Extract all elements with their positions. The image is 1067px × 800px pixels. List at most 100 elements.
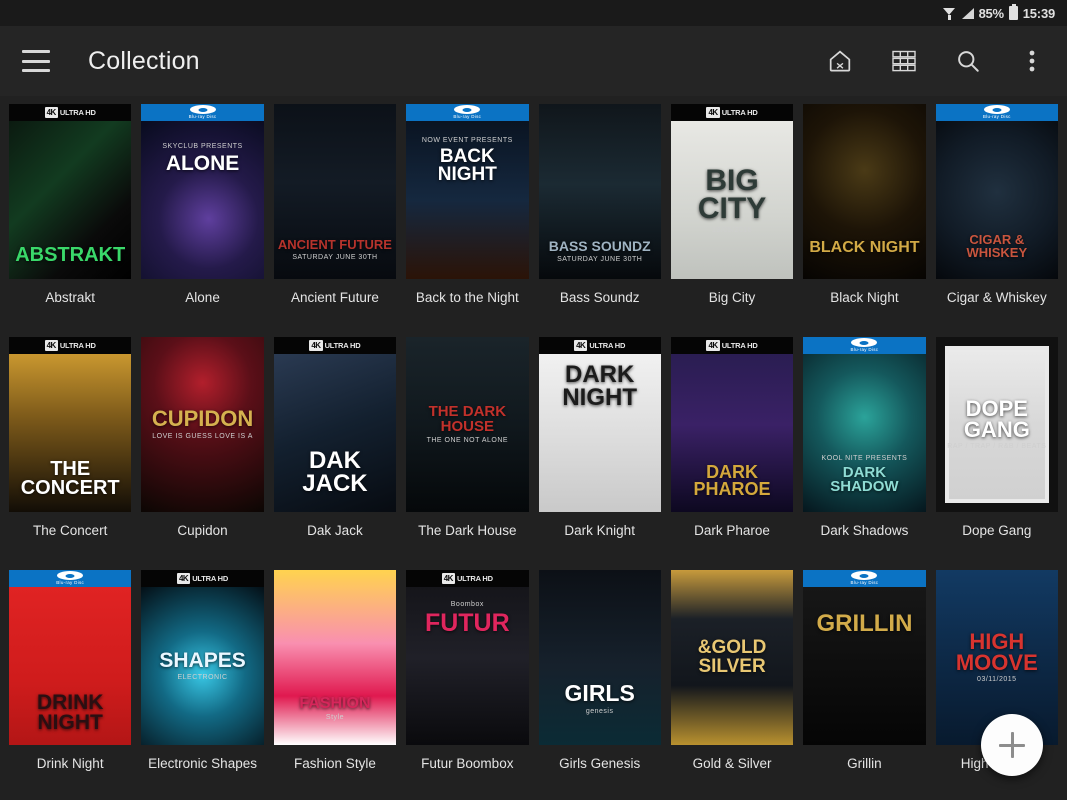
collection-item[interactable]: GIRLS genesis Girls Genesis bbox=[538, 570, 661, 800]
collection-item-label: Grillin bbox=[847, 756, 882, 771]
cover-artwork: ABSTRAKT bbox=[9, 121, 132, 279]
cover-art[interactable]: Blu-ray Disc CIGAR & WHISKEY bbox=[935, 104, 1058, 279]
cover-artwork: GIRLS genesis bbox=[538, 570, 661, 745]
cover-title-text: THE DARK HOUSE bbox=[428, 403, 507, 435]
cover-subtitle: KOOL NITE PRESENTS bbox=[821, 454, 908, 462]
collection-item-label: Futur Boombox bbox=[421, 756, 514, 771]
collection-item-label: Dak Jack bbox=[307, 523, 363, 538]
cover-title-text: DARK SHADOW bbox=[830, 463, 899, 495]
cover-title-text: BLACK NIGHT bbox=[809, 238, 920, 256]
format-badge-4k-ultra-hd: 4K ULTRA HD bbox=[141, 570, 264, 587]
collection-item[interactable]: Blu-ray Disc DRINK NIGHT Drink Night bbox=[9, 570, 132, 800]
cover-art[interactable]: THE DARK HOUSE THE ONE NOT ALONE bbox=[406, 337, 529, 512]
collection-item[interactable]: Blu-ray Disc NOW EVENT PRESENTS BACK NIGHT… bbox=[406, 104, 529, 337]
collection-item-label: Gold & Silver bbox=[692, 756, 772, 771]
collection-item[interactable]: 4K ULTRA HD DARK NIGHT Dark Knight bbox=[538, 337, 661, 570]
collection-item[interactable]: ANCIENT FUTURE SATURDAY JUNE 30TH Ancient … bbox=[273, 104, 397, 337]
collection-item[interactable]: BLACK NIGHT Black Night bbox=[803, 104, 926, 337]
app-bar: Collection bbox=[0, 26, 1067, 96]
cover-art[interactable]: 4K ULTRA HD DARK NIGHT bbox=[538, 337, 661, 512]
cover-artwork: NOW EVENT PRESENTS BACK NIGHT bbox=[406, 121, 529, 279]
cover-art[interactable]: 4K ULTRA HD BIG CITY 19/05/2016 bbox=[670, 104, 794, 279]
cover-title-text: DARK NIGHT bbox=[562, 361, 638, 411]
cover-art[interactable]: GIRLS genesis bbox=[538, 570, 661, 745]
collection-item[interactable]: 4K ULTRA HD Boombox FUTUR Futur Boombox bbox=[406, 570, 529, 800]
cover-art[interactable]: Blu-ray Disc SKYCLUB PRESENTS ALONE bbox=[141, 104, 264, 279]
plus-icon bbox=[999, 732, 1025, 758]
format-badge-4k-ultra-hd: 4K ULTRA HD bbox=[9, 104, 132, 121]
collection-item-label: Bass Soundz bbox=[559, 290, 640, 305]
cover-art[interactable]: ANCIENT FUTURE SATURDAY JUNE 30TH bbox=[273, 104, 397, 279]
cover-artwork: CUPIDON LOVE IS GUESS LOVE IS A bbox=[141, 337, 264, 512]
cover-title-text: THE CONCERT bbox=[20, 458, 120, 499]
collection-item[interactable]: CUPIDON LOVE IS GUESS LOVE IS A Cupidon bbox=[141, 337, 264, 570]
collection-item[interactable]: THE DARK HOUSE THE ONE NOT ALONE The Dark … bbox=[406, 337, 529, 570]
home-icon[interactable] bbox=[823, 44, 857, 78]
cover-art[interactable]: Blu-ray Disc NOW EVENT PRESENTS BACK NIGHT bbox=[406, 104, 529, 279]
collection-item[interactable]: BASS SOUNDZ SATURDAY JUNE 30TH Bass Soundz bbox=[538, 104, 661, 337]
cover-art[interactable]: 4K ULTRA HD SHAPES ELECTRONIC bbox=[141, 570, 264, 745]
cover-art[interactable]: 4K ULTRA HD DAK JACK bbox=[273, 337, 397, 512]
cover-artwork: KOOL NITE PRESENTS DARK SHADOW bbox=[803, 354, 926, 512]
cover-art[interactable]: 4K ULTRA HD ABSTRAKT bbox=[9, 104, 132, 279]
collection-item-label: Dark Knight bbox=[564, 523, 635, 538]
cover-artwork: DARK PHAROE bbox=[670, 354, 794, 512]
cover-artwork: &Gold Silver bbox=[670, 570, 794, 745]
collection-item[interactable]: Blu-ray Disc KOOL NITE PRESENTS DARK SHADO… bbox=[803, 337, 926, 570]
cover-artwork: THE CONCERT bbox=[9, 354, 132, 512]
cover-artwork: ANCIENT FUTURE SATURDAY JUNE 30TH bbox=[273, 104, 397, 279]
cover-art[interactable]: DOPE GANG RAP / TRAP / R&B / BEATS bbox=[935, 337, 1058, 512]
shelf-view-icon[interactable] bbox=[887, 44, 921, 78]
cover-title-text: DAK JACK bbox=[302, 447, 368, 498]
collection-item[interactable]: 4K ULTRA HD SHAPES ELECTRONIC Electronic Sha… bbox=[141, 570, 264, 800]
cover-art[interactable]: BLACK NIGHT bbox=[803, 104, 926, 279]
cover-art[interactable]: Blu-ray Disc Grillin bbox=[803, 570, 926, 745]
collection-item[interactable]: 4K ULTRA HD BIG CITY 19/05/2016 Big City bbox=[670, 104, 794, 337]
cover-title-text: BIG CITY bbox=[697, 163, 767, 225]
collection-item-label: The Dark House bbox=[418, 523, 517, 538]
collection-item[interactable]: Blu-ray Disc SKYCLUB PRESENTS ALONE Alone bbox=[141, 104, 264, 337]
wifi-icon bbox=[942, 7, 956, 20]
page-title: Collection bbox=[88, 46, 200, 75]
cover-subtitle: 19/05/2016 bbox=[712, 226, 753, 234]
overflow-menu-icon[interactable] bbox=[1015, 44, 1049, 78]
collection-item[interactable]: &Gold Silver Gold & Silver bbox=[670, 570, 794, 800]
collection-item-label: Back to the Night bbox=[415, 290, 519, 305]
collection-item[interactable]: 4K ULTRA HD DAK JACK Dak Jack bbox=[273, 337, 397, 570]
cover-title-text: FASHION bbox=[299, 694, 371, 712]
format-badge-bluray: Blu-ray Disc bbox=[935, 104, 1058, 121]
cover-subtitle: SKYCLUB PRESENTS bbox=[162, 143, 243, 150]
cover-title-text: FUTUR bbox=[424, 609, 510, 637]
collection-item[interactable]: FASHION Style Fashion Style bbox=[273, 570, 397, 800]
collection-grid: 4K ULTRA HD ABSTRAKT Abstrakt Blu-ray Disc SK… bbox=[0, 96, 1067, 800]
format-badge-bluray: Blu-ray Disc bbox=[803, 570, 926, 587]
cover-art[interactable]: CUPIDON LOVE IS GUESS LOVE IS A bbox=[141, 337, 264, 512]
cover-art[interactable]: BASS SOUNDZ SATURDAY JUNE 30TH bbox=[538, 104, 661, 279]
collection-item[interactable]: Blu-ray Disc Grillin Grillin bbox=[803, 570, 926, 800]
battery-icon bbox=[1008, 4, 1018, 20]
collection-item-label: Black Night bbox=[830, 290, 899, 305]
cover-art[interactable]: FASHION Style bbox=[273, 570, 397, 745]
cover-art[interactable]: &Gold Silver bbox=[670, 570, 794, 745]
collection-item[interactable]: Blu-ray Disc CIGAR & WHISKEY Cigar & Whisk… bbox=[935, 104, 1058, 337]
cover-subtitle: LOVE IS GUESS LOVE IS A bbox=[152, 432, 253, 440]
cover-title-text: BASS SOUNDZ bbox=[548, 237, 651, 254]
cover-art[interactable]: 4K ULTRA HD Boombox FUTUR bbox=[406, 570, 529, 745]
cover-art[interactable]: 4K ULTRA HD DARK PHAROE bbox=[670, 337, 794, 512]
cover-art[interactable]: 4K ULTRA HD THE CONCERT bbox=[9, 337, 132, 512]
collection-item-label: Ancient Future bbox=[291, 290, 379, 305]
collection-item[interactable]: 4K ULTRA HD DARK PHAROE Dark Pharoe bbox=[670, 337, 794, 570]
format-badge-bluray: Blu-ray Disc bbox=[803, 337, 926, 354]
search-icon[interactable] bbox=[951, 44, 985, 78]
cover-subtitle: ELECTRONIC bbox=[177, 673, 228, 681]
add-button[interactable] bbox=[981, 714, 1043, 776]
cover-art[interactable]: Blu-ray Disc KOOL NITE PRESENTS DARK SHADO… bbox=[803, 337, 926, 512]
cover-subtitle: RAP / TRAP / R&B / BEATS bbox=[947, 443, 1047, 451]
format-badge-4k-ultra-hd: 4K ULTRA HD bbox=[406, 570, 529, 587]
hamburger-menu-icon[interactable] bbox=[22, 50, 50, 72]
collection-item[interactable]: DOPE GANG RAP / TRAP / R&B / BEATS Dope Ga… bbox=[935, 337, 1058, 570]
cover-art[interactable]: Blu-ray Disc DRINK NIGHT bbox=[9, 570, 132, 745]
collection-item[interactable]: 4K ULTRA HD ABSTRAKT Abstrakt bbox=[9, 104, 132, 337]
cover-title-text: BACK NIGHT bbox=[437, 146, 497, 186]
collection-item[interactable]: 4K ULTRA HD THE CONCERT The Concert bbox=[9, 337, 132, 570]
